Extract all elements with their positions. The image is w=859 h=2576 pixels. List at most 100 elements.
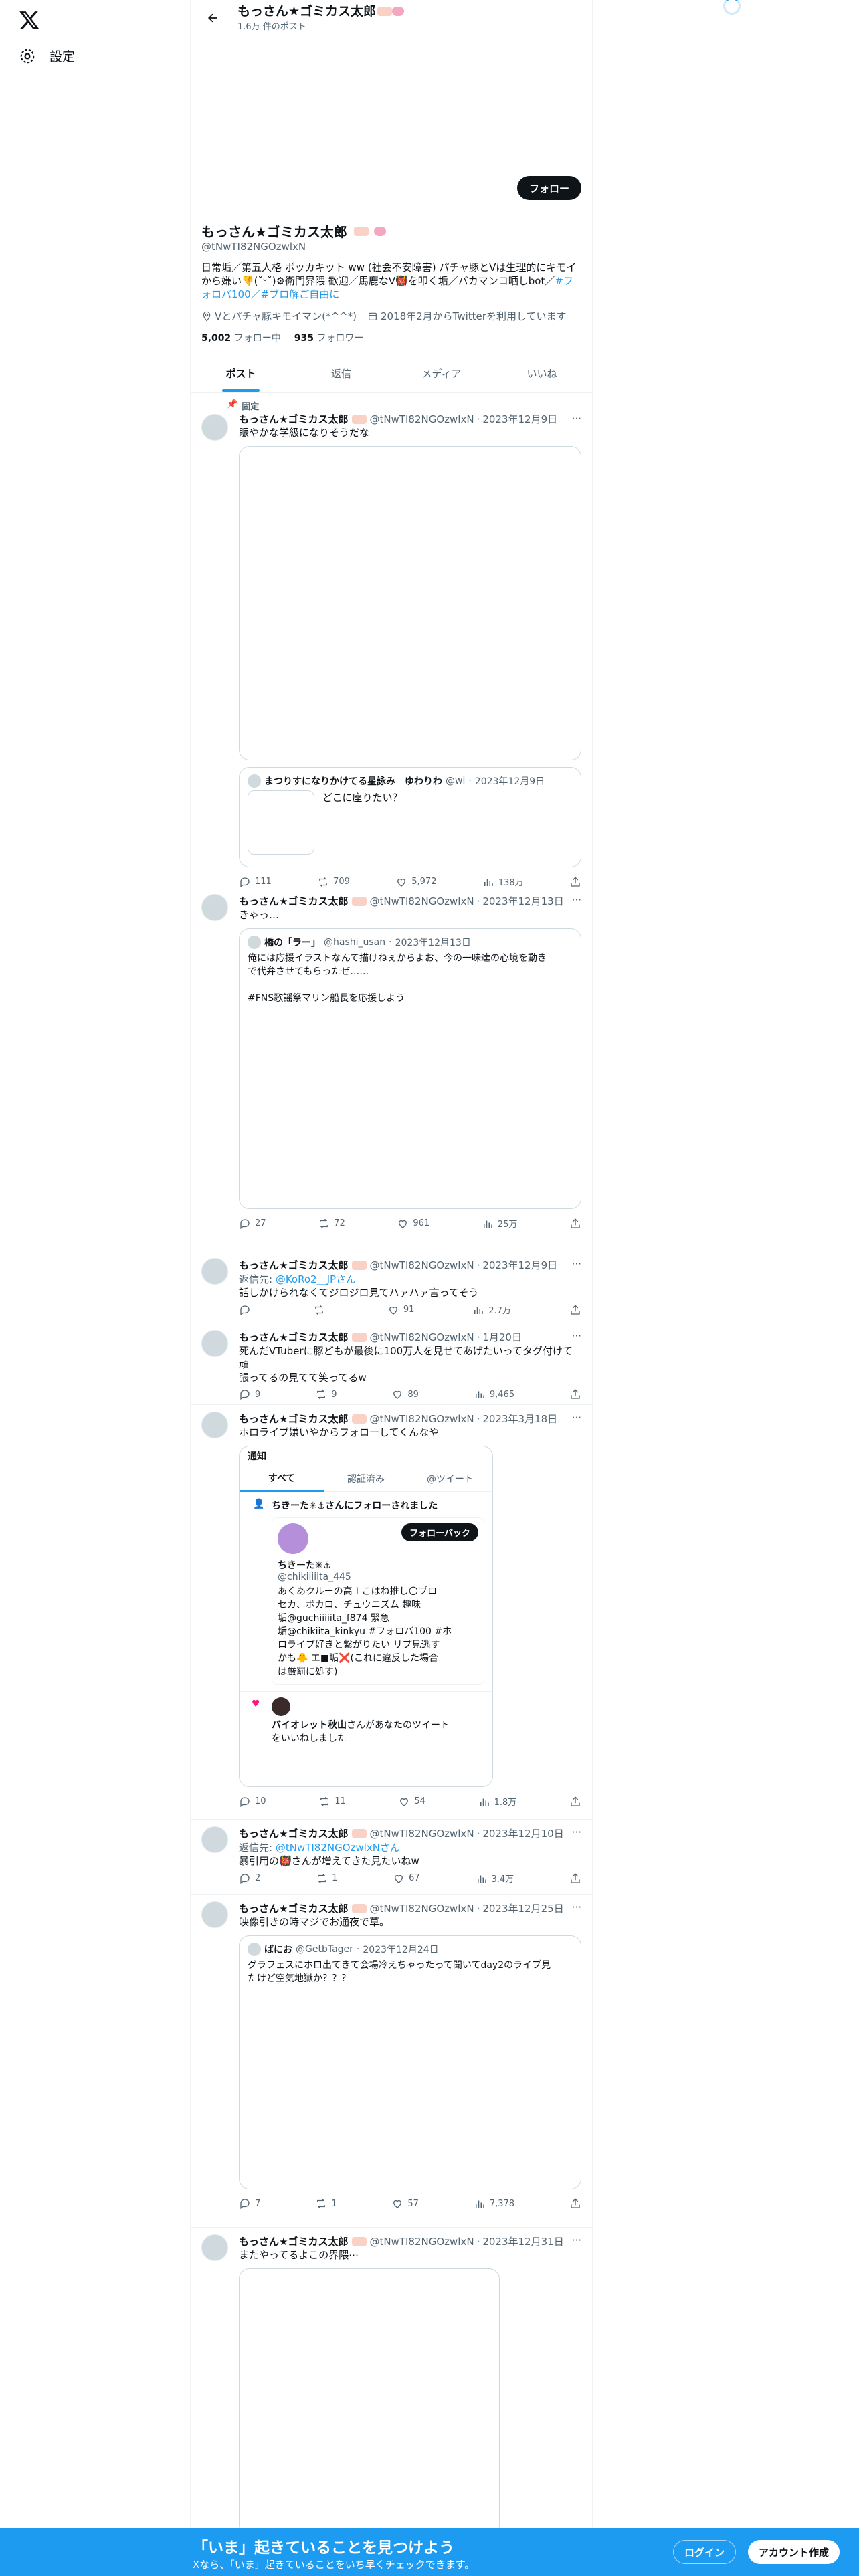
post-date[interactable]: 2023年12月13日 [482,894,563,908]
avatar[interactable] [201,414,228,441]
avatar[interactable] [201,1826,228,1853]
post-author-name[interactable]: もっさん★ゴミカス太郎 [239,1412,348,1426]
post-date[interactable]: 2023年12月31日 [482,2234,563,2248]
views-button[interactable]: 9,465 [474,1388,514,1400]
x-logo-icon[interactable] [19,9,40,31]
post-item[interactable]: もっさん★ゴミカス太郎 @tNwTI82NGOzwlxN · 2023年3月18日 ·… [191,1405,592,1820]
follow-button[interactable]: フォロー [516,176,581,200]
post-item[interactable]: もっさん★ゴミカス太郎 @tNwTI82NGOzwlxN · 1月20日 ··· 死ん… [191,1323,592,1405]
avatar[interactable] [201,1412,228,1438]
views-button[interactable]: 138万 [482,875,524,888]
views-button[interactable]: 2.7万 [472,1303,511,1316]
post-author-name[interactable]: もっさん★ゴミカス太郎 [239,2234,348,2248]
reply-button[interactable]: 2 [239,1872,260,1885]
more-options-icon[interactable]: ··· [572,1412,581,1424]
views-button[interactable]: 1.8万 [478,1795,516,1808]
views-button[interactable]: 25万 [482,1217,517,1230]
quoted-post[interactable]: まつりすになりかけてる星詠み ゆわりわ @wi · 2023年12月9日 どこに座りた… [239,767,581,867]
share-button[interactable] [569,2197,581,2210]
repost-button[interactable]: 11 [318,1795,346,1808]
tab-likes[interactable]: いいね [492,356,592,392]
tab-posts[interactable]: ポスト [191,356,291,392]
avatar[interactable] [201,1258,228,1285]
back-button[interactable] [201,7,224,29]
like-button[interactable]: 89 [391,1388,419,1400]
post-author-handle[interactable]: @tNwTI82NGOzwlxN [369,1331,474,1344]
repost-button[interactable]: 1 [316,1872,337,1885]
post-image[interactable]: 通知 すべて 認証済み @ツイート 👤 ちきーた✳︎⚓さんにフォローされました … [239,1446,493,1787]
post-author-handle[interactable]: @tNwTI82NGOzwlxN [369,2236,474,2248]
reply-button[interactable]: 7 [239,2197,260,2210]
post-author-name[interactable]: もっさん★ゴミカス太郎 [239,1258,348,1272]
post-date[interactable]: 2023年12月25日 [482,1901,563,1915]
repost-button[interactable]: 1 [315,2197,337,2210]
share-button[interactable] [569,1872,581,1885]
post-author-name[interactable]: もっさん★ゴミカス太郎 [239,1330,348,1344]
reply-button[interactable] [239,1303,255,1316]
more-options-icon[interactable]: ··· [572,1258,581,1270]
post-author-handle[interactable]: @tNwTI82NGOzwlxN [369,1828,474,1840]
share-button[interactable] [569,875,581,888]
reply-to-link[interactable]: @KoRo2__JPさん [276,1273,356,1285]
like-button[interactable]: 91 [387,1303,414,1316]
following-link[interactable]: 5,002 フォロー中 [201,331,281,344]
post-item[interactable]: もっさん★ゴミカス太郎 @tNwTI82NGOzwlxN · 2023年12月9日 ·… [191,1251,592,1323]
avatar[interactable] [201,1330,228,1357]
more-options-icon[interactable]: ··· [572,2234,581,2246]
reply-to-link[interactable]: @tNwTI82NGOzwlxNさん [276,1842,400,1854]
reply-button[interactable]: 27 [239,1217,266,1230]
repost-button[interactable] [313,1303,329,1316]
post-author-name[interactable]: もっさん★ゴミカス太郎 [239,412,348,426]
like-button[interactable]: 54 [398,1795,425,1808]
post-image[interactable] [239,2268,500,2536]
post-author-name[interactable]: もっさん★ゴミカス太郎 [239,894,348,908]
post-item[interactable]: もっさん★ゴミカス太郎 @tNwTI82NGOzwlxN · 2023年12月13日 … [191,887,592,1251]
share-button[interactable] [569,1388,581,1400]
more-options-icon[interactable]: ··· [572,1901,581,1913]
more-options-icon[interactable]: ··· [572,1330,581,1342]
post-item[interactable]: もっさん★ゴミカス太郎 @tNwTI82NGOzwlxN · 2023年12月10日 … [191,1820,592,1895]
avatar[interactable] [201,894,228,921]
post-author-name[interactable]: もっさん★ゴミカス太郎 [239,1901,348,1915]
nav-settings[interactable]: 設定 [19,47,75,65]
post-author-handle[interactable]: @tNwTI82NGOzwlxN [369,895,474,907]
followers-link[interactable]: 935 フォロワー [294,331,364,344]
more-options-icon[interactable]: ··· [572,413,581,425]
like-button[interactable]: 57 [391,2197,419,2210]
like-button[interactable]: 5,972 [395,875,437,888]
login-button[interactable]: ログイン [673,2540,737,2564]
repost-button[interactable]: 709 [317,875,350,888]
like-button[interactable]: 67 [393,1872,420,1885]
post-item[interactable]: もっさん★ゴミカス太郎 @tNwTI82NGOzwlxN · 2023年12月31日 … [191,2228,592,2536]
signup-button[interactable]: アカウント作成 [748,2540,840,2564]
reply-button[interactable]: 9 [239,1388,260,1400]
share-button[interactable] [569,1303,581,1316]
post-date[interactable]: 2023年12月10日 [482,1826,563,1840]
avatar[interactable] [201,1901,228,1928]
post-author-handle[interactable]: @tNwTI82NGOzwlxN [369,1903,474,1915]
reply-button[interactable]: 111 [239,875,272,888]
share-button[interactable] [569,1795,581,1808]
more-options-icon[interactable]: ··· [572,894,581,906]
post-author-handle[interactable]: @tNwTI82NGOzwlxN [369,1413,474,1425]
more-options-icon[interactable]: ··· [572,1826,581,1838]
views-button[interactable]: 3.4万 [476,1872,514,1885]
like-button[interactable]: 961 [397,1217,430,1230]
repost-button[interactable]: 72 [318,1217,345,1230]
tab-replies[interactable]: 返信 [291,356,391,392]
post-author-name[interactable]: もっさん★ゴミカス太郎 [239,1826,348,1840]
views-button[interactable]: 7,378 [474,2197,514,2210]
repost-button[interactable]: 9 [315,1388,337,1400]
post-date[interactable]: 1月20日 [482,1330,522,1344]
avatar[interactable] [201,2234,228,2261]
post-author-handle[interactable]: @tNwTI82NGOzwlxN [369,413,474,425]
quoted-post[interactable]: 橋の「ラー」 @hashi_usan · 2023年12月13日 俺には応援イラストな… [239,928,581,1209]
post-item[interactable]: もっさん★ゴミカス太郎 @tNwTI82NGOzwlxN · 2023年12月25日 … [191,1895,592,2228]
quoted-post[interactable]: ばにお @GetbTager · 2023年12月24日 グラフェスにホロ出てきて会場… [239,1935,581,2189]
reply-button[interactable]: 10 [239,1795,266,1808]
post-date[interactable]: 2023年12月9日 [482,1258,557,1272]
tab-media[interactable]: メディア [391,356,492,392]
post-item[interactable]: 📌 固定 もっさん★ゴミカス太郎 @tNwTI82NGOzwlxN · 2023年12月… [191,393,592,888]
post-author-handle[interactable]: @tNwTI82NGOzwlxN [369,1259,474,1271]
post-video[interactable] [239,446,581,760]
